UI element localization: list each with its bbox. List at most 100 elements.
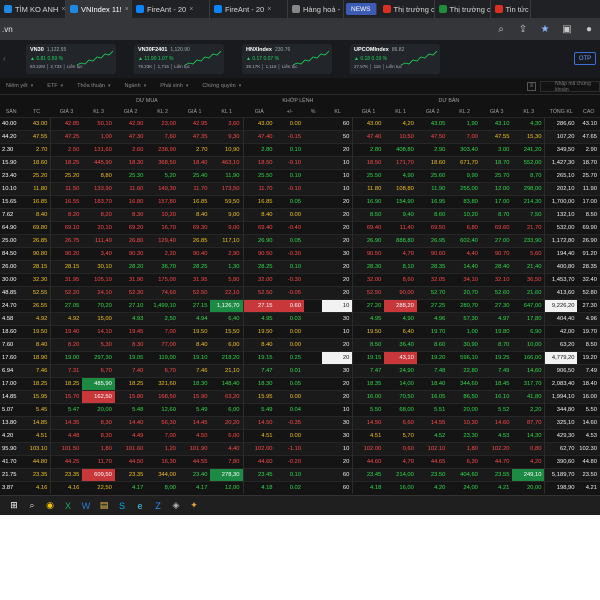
table-row[interactable]: 15.90 18.60 18.25 445,90 18.30 368,50 18.40 463… — [0, 155, 600, 169]
column-header[interactable]: KL 2 — [448, 107, 481, 117]
share-icon[interactable]: ⇪ — [512, 18, 534, 40]
table-row[interactable]: 5.07 5.45 5.47 20,00 5.48 12,60 5.49 6,00 5.49 0.… — [0, 402, 600, 416]
table-row[interactable]: 4.58 4.92 4.92 15,00 4.93 2,50 4.94 6,40 4.95 0.0… — [0, 311, 600, 325]
column-header[interactable]: TỔNG KL — [545, 107, 578, 117]
filter-5[interactable]: Chứng quyền ▾ — [202, 83, 241, 89]
skype-icon[interactable]: S — [114, 498, 130, 514]
table-row[interactable]: 64.90 69.80 69.10 20,10 69.20 16,70 69.30 9,00 6… — [0, 220, 600, 234]
tab-close-icon[interactable]: × — [343, 6, 344, 13]
index-card[interactable]: VN30 1,122.55 ▲ 6.81 0.59 % 93.22M │ 2,733 … — [26, 44, 116, 74]
tab-close-icon[interactable]: × — [267, 6, 271, 13]
column-header[interactable]: KL 1 — [384, 107, 417, 117]
cell: 1,126,70 — [210, 298, 243, 312]
tab-close-icon[interactable]: × — [189, 6, 193, 13]
browser-tab[interactable]: Thị trường c× — [435, 0, 491, 18]
column-header[interactable]: GIÁ 2 — [115, 107, 147, 117]
cell: 11,40 — [384, 220, 417, 234]
column-header[interactable]: GIÁ 1 — [353, 107, 385, 117]
column-header[interactable]: KL — [322, 107, 353, 117]
word-icon[interactable]: W — [78, 498, 94, 514]
table-row[interactable]: 6.94 7.46 7.31 6,70 7.40 6,70 7.46 21,10 7.47 0.0… — [0, 363, 600, 377]
filter-3[interactable]: Ngành ▾ — [124, 83, 146, 89]
table-row[interactable]: 14.85 15.95 15.70 162,50 15.80 168,50 15.90 63,… — [0, 389, 600, 403]
filter-0[interactable]: Niêm yết ▾ — [6, 83, 33, 89]
table-row[interactable]: 13.80 14.85 14.35 8,30 14.40 56,30 14.45 20,20 1… — [0, 415, 600, 429]
extensions-icon[interactable]: ▣ — [556, 18, 578, 40]
column-header[interactable]: GIÁ 3 — [481, 107, 513, 117]
table-row[interactable]: 26.00 28.15 28.15 30,10 28.20 36,70 28.25 1,30 2… — [0, 259, 600, 273]
browser-tab[interactable]: TÌM KO ANH × — [0, 0, 66, 18]
column-header[interactable]: KL 2 — [146, 107, 179, 117]
browser-tab[interactable]: Tin tức× — [491, 0, 531, 18]
table-row[interactable]: 4.20 4.51 4.48 8,30 4.49 7,00 4.50 6,00 4.51 0.00… — [0, 428, 600, 442]
settings-icon[interactable]: ≡ — [527, 82, 536, 91]
chrome-icon[interactable]: ◉ — [42, 498, 58, 514]
scroll-left-icon[interactable]: ‹ — [3, 54, 6, 63]
column-header[interactable]: KL 3 — [512, 107, 545, 117]
column-header[interactable]: KL 3 — [82, 107, 115, 117]
index-card[interactable]: VN30F2401 1,120.90 ▲ 11.90 1.07 % 78.23K │ … — [134, 44, 224, 74]
explorer-icon[interactable]: ▤ — [96, 498, 112, 514]
table-row[interactable]: 2.30 2.70 2.50 131,60 2.60 238,90 2.70 10,90 2.8… — [0, 142, 600, 156]
table-row[interactable]: 7.60 8.40 8.20 5,30 8.30 77,00 8.40 6,00 8.40 0.0… — [0, 337, 600, 351]
windows-icon[interactable]: ⊞ — [6, 498, 22, 514]
tab-close-icon[interactable]: × — [125, 6, 129, 13]
excel-icon[interactable]: X — [60, 498, 76, 514]
zalo-icon[interactable]: Z — [150, 498, 166, 514]
column-header[interactable]: +/- — [276, 107, 304, 117]
browser-tab[interactable]: FireAnt - 20 × — [210, 0, 288, 18]
table-row[interactable]: 44.20 47.55 47.25 1,00 47.30 7,60 47.35 9,30 47.… — [0, 129, 600, 143]
table-row[interactable]: 3.87 4.16 4.16 22,50 4.17 8,00 4.17 12,00 4.18 0.… — [0, 480, 600, 494]
table-row[interactable]: 17.60 18.90 19.00 297,30 19.05 119,00 19.10 218… — [0, 350, 600, 364]
cell: 102.00 — [352, 441, 385, 455]
index-card[interactable]: UPCOMIndex 86.82 ▲ 0.18 0.19 % 27.57K │ 116… — [350, 44, 440, 74]
url-text[interactable]: .vn — [2, 25, 490, 34]
table-row[interactable]: 15.65 16.85 16.55 183,70 16.80 157,80 16.85 59,… — [0, 194, 600, 208]
cell: 21,40 — [512, 259, 545, 273]
column-header[interactable]: GIÁ 2 — [417, 107, 449, 117]
filter-4[interactable]: Phái sinh ▾ — [160, 83, 188, 89]
table-row[interactable]: 41.70 44.80 44.25 11,70 44.50 16,30 44.55 7,80 4… — [0, 454, 600, 468]
browser-tab[interactable]: NEWS — [346, 3, 377, 15]
table-row[interactable]: 24.70 26.55 27.05 70,20 27.10 1,499,10 27.15 1,… — [0, 298, 600, 312]
search-icon[interactable]: ⌕ — [24, 498, 40, 514]
column-header[interactable]: CAO — [577, 107, 600, 117]
filter-2[interactable]: Thỏa thuận ▾ — [77, 83, 110, 89]
bookmark-star-icon[interactable]: ★ — [534, 18, 556, 40]
table-row[interactable]: 23.40 25.20 25.20 8,80 25.30 5,20 25.40 11,90 25… — [0, 168, 600, 182]
table-row[interactable]: 40.00 43.00 42.85 50,10 42.90 23,00 42.95 3,60 4… — [0, 116, 600, 130]
zoom-icon[interactable]: ⌕ — [490, 18, 512, 40]
game-icon[interactable]: ✦ — [186, 498, 202, 514]
table-row[interactable]: 30.00 32.30 31.95 105,10 31.90 175,00 31.95 5,8… — [0, 272, 600, 286]
table-row[interactable]: 10.10 11.80 11.50 133,90 11.60 149,30 11.70 173… — [0, 181, 600, 195]
address-bar[interactable]: .vn ⌕ ⇪ ★ ▣ ● — [0, 18, 600, 40]
browser-tab[interactable]: FireAnt - 20 × — [132, 0, 210, 18]
table-row[interactable]: 7.62 8.40 8.20 8,20 8.30 10,20 8.40 9,00 8.40 0.0… — [0, 207, 600, 221]
column-header[interactable]: GIÁ — [243, 107, 276, 117]
filter-1[interactable]: ETF ▾ — [47, 83, 63, 89]
table-row[interactable]: 17.00 18.25 18.25 485,90 18.25 321,60 18.30 148… — [0, 376, 600, 390]
app-icon[interactable]: ◈ — [168, 498, 184, 514]
profile-icon[interactable]: ● — [578, 18, 600, 40]
browser-tab[interactable]: Hàng hoá - × — [288, 0, 344, 18]
table-row[interactable]: 95.90 103.10 101.50 1,80 101.60 1,20 101.90 4,4… — [0, 441, 600, 455]
table-row[interactable]: 84.50 90.80 90.20 3,40 90.30 2,20 90.40 2,90 90.… — [0, 246, 600, 260]
column-header[interactable]: GIÁ 3 — [51, 107, 83, 117]
cell: 129,40 — [146, 233, 179, 247]
column-header[interactable]: GIÁ 1 — [179, 107, 211, 117]
otp-button[interactable]: OTP — [574, 52, 596, 65]
column-header[interactable]: % — [304, 107, 322, 117]
table-row[interactable]: 48.85 52.55 52.20 24,10 52.30 74,60 52.50 22,10… — [0, 285, 600, 299]
table-row[interactable]: 18.60 19.50 19.40 14,10 19.45 7,00 19.50 15,50 1… — [0, 324, 600, 338]
browser-tab[interactable]: VNIndex 11! × — [66, 0, 132, 18]
column-header[interactable]: SÀN — [0, 107, 22, 117]
table-row[interactable]: 21.75 23.35 23.35 609,50 23.35 344,00 23.40 278… — [0, 467, 600, 481]
stock-search-input[interactable]: Nhập mã chứng khoán — [540, 81, 600, 93]
edge-icon[interactable]: e — [132, 498, 148, 514]
column-header[interactable]: TC — [22, 107, 50, 117]
tab-close-icon[interactable]: × — [61, 6, 65, 13]
table-row[interactable]: 25.00 26.85 26.75 111,40 26.80 129,40 26.85 117… — [0, 233, 600, 247]
index-card[interactable]: HNXIndex 230.76 ▲ 0.17 0.07 % 39.17K │ 1,11… — [242, 44, 332, 74]
browser-tab[interactable]: Thị trường c× — [379, 0, 435, 18]
column-header[interactable]: KL 1 — [210, 107, 243, 117]
